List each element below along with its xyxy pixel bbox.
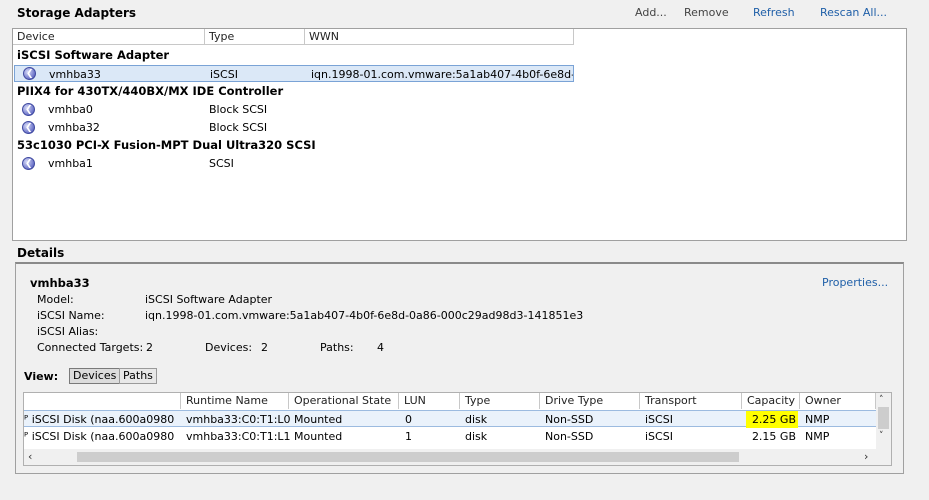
adapter-row-vmhba33[interactable]: vmhba33 iSCSI iqn.1998-01.com.vmware:5a1… (14, 65, 574, 83)
paths-label: Paths: (320, 341, 354, 354)
column-header-owner[interactable]: Owner (800, 393, 876, 409)
column-header-transport[interactable]: Transport (640, 393, 742, 409)
column-header-type[interactable]: Type (460, 393, 540, 409)
capacity: 2.15 GB (751, 430, 796, 443)
scrollbar-thumb[interactable] (77, 452, 739, 462)
adapter-row-vmhba0[interactable]: vmhba0 Block SCSI (14, 101, 574, 119)
table-row[interactable]: ᴾ iSCSI Disk (naa.600a0980... vmhba33:C0… (24, 410, 876, 428)
device-name: ᴾ iSCSI Disk (naa.600a0980... (24, 430, 174, 443)
paths-value: 4 (377, 341, 384, 354)
view-devices-button[interactable]: Devices (69, 368, 121, 384)
capacity: 2.25 GB (746, 411, 798, 428)
adapter-icon (22, 102, 35, 119)
drive-type: Non-SSD (545, 413, 594, 426)
runtime-name: vmhba33:C0:T1:L0 (186, 413, 291, 426)
devices-label: Devices: (205, 341, 253, 354)
devices-value: 2 (261, 341, 268, 354)
table-row[interactable]: ᴾ iSCSI Disk (naa.600a0980... vmhba33:C0… (24, 428, 876, 445)
type: disk (465, 430, 488, 443)
column-header-operational-state[interactable]: Operational State (289, 393, 399, 409)
column-header-lun[interactable]: LUN (399, 393, 460, 409)
adapter-group-header: iSCSI Software Adapter (17, 48, 170, 62)
column-header-runtime-name[interactable]: Runtime Name (181, 393, 289, 409)
adapter-icon (22, 156, 35, 173)
iscsi-alias-label: iSCSI Alias: (37, 325, 99, 338)
properties-link[interactable]: Properties... (822, 276, 888, 289)
adapter-device: vmhba32 (48, 121, 100, 134)
adapter-type: iSCSI (210, 68, 238, 81)
adapter-row-vmhba32[interactable]: vmhba32 Block SCSI (14, 119, 574, 137)
iscsi-name-value: iqn.1998-01.com.vmware:5a1ab407-4b0f-6e8… (145, 309, 584, 322)
scrollbar-thumb[interactable] (878, 407, 889, 429)
adapter-group-header: PIIX4 for 430TX/440BX/MX IDE Controller (17, 84, 284, 98)
operational-state: Mounted (294, 413, 343, 426)
type: disk (465, 413, 488, 426)
owner: NMP (805, 430, 830, 443)
adapter-wwn: iqn.1998-01.com.vmware:5a1ab407-4b0f-6e8… (311, 68, 573, 81)
transport: iSCSI (645, 413, 673, 426)
adapter-type: SCSI (209, 157, 234, 170)
model-value: iSCSI Software Adapter (145, 293, 273, 306)
connected-targets-value: 2 (146, 341, 153, 354)
scroll-down-icon[interactable]: ˅ (879, 431, 884, 441)
storage-adapters-title: Storage Adapters (17, 6, 137, 20)
vertical-scrollbar[interactable]: ˄ ˅ (876, 393, 891, 449)
adapter-list[interactable]: Device Type WWN iSCSI Software Adapter v… (12, 28, 907, 241)
refresh-link[interactable]: Refresh (753, 6, 795, 19)
horizontal-scrollbar[interactable]: ‹ › (24, 449, 891, 465)
column-header-name[interactable] (24, 393, 181, 409)
adapter-device: vmhba1 (48, 157, 93, 170)
column-header-type[interactable]: Type (205, 29, 305, 45)
details-title: Details (17, 246, 65, 260)
lun: 1 (405, 430, 412, 443)
device-name: ᴾ iSCSI Disk (naa.600a0980... (24, 413, 174, 426)
scroll-left-icon[interactable]: ‹ (28, 450, 32, 463)
connected-targets-label: Connected Targets: (37, 341, 144, 354)
column-header-wwn[interactable]: WWN (305, 29, 574, 45)
devices-table[interactable]: Runtime Name Operational State LUN Type … (23, 392, 892, 466)
details-adapter-name: vmhba33 (30, 276, 90, 290)
details-panel: vmhba33 Properties... Model: iSCSI Softw… (15, 262, 904, 474)
drive-type: Non-SSD (545, 430, 594, 443)
column-header-drive-type[interactable]: Drive Type (540, 393, 640, 409)
adapter-type: Block SCSI (209, 121, 268, 134)
column-header-device[interactable]: Device (13, 29, 205, 45)
adapter-type: Block SCSI (209, 103, 268, 116)
remove-button[interactable]: Remove (684, 6, 729, 19)
scroll-right-icon[interactable]: › (864, 450, 868, 463)
column-header-capacity[interactable]: Capacity (742, 393, 800, 409)
transport: iSCSI (645, 430, 673, 443)
model-label: Model: (37, 293, 74, 306)
owner: NMP (805, 413, 830, 426)
add-button[interactable]: Add... (635, 6, 667, 19)
adapter-device: vmhba0 (48, 103, 93, 116)
runtime-name: vmhba33:C0:T1:L1 (186, 430, 291, 443)
adapter-group-header: 53c1030 PCI-X Fusion-MPT Dual Ultra320 S… (17, 138, 316, 152)
adapter-icon (22, 120, 35, 137)
operational-state: Mounted (294, 430, 343, 443)
scroll-up-icon[interactable]: ˄ (879, 395, 884, 405)
adapter-device: vmhba33 (49, 68, 101, 81)
view-paths-button[interactable]: Paths (119, 368, 157, 384)
view-label: View: (24, 370, 59, 383)
lun: 0 (405, 413, 412, 426)
iscsi-name-label: iSCSI Name: (37, 309, 105, 322)
adapter-row-vmhba1[interactable]: vmhba1 SCSI (14, 155, 574, 173)
adapter-icon (23, 66, 36, 83)
rescan-all-link[interactable]: Rescan All... (820, 6, 887, 19)
